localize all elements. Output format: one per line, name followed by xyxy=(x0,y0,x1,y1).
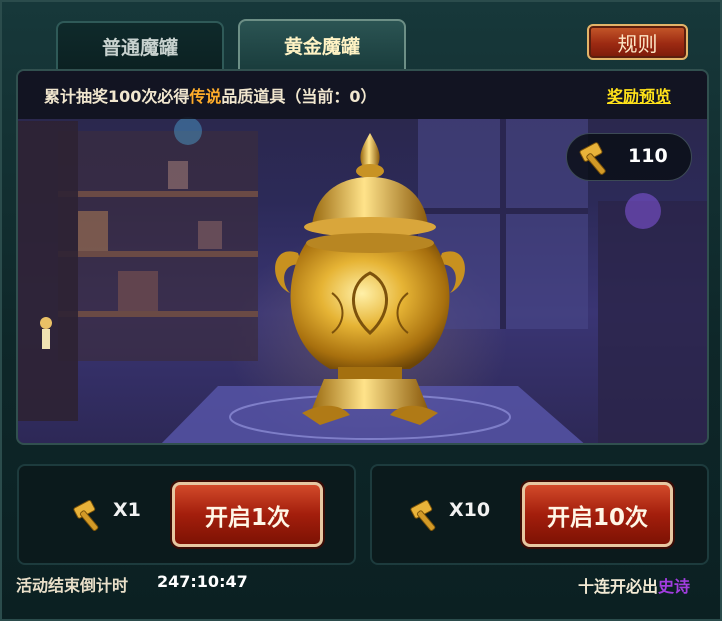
tab-golden-pot[interactable]: 黄金魔罐 xyxy=(238,19,406,69)
draw-once-cost: X1 xyxy=(113,499,141,521)
ten-pull-guarantee-note: 十连开必出史诗 xyxy=(578,573,690,597)
countdown-label: 活动结束倒计时 xyxy=(16,576,129,595)
countdown-timer: 247:10:47 xyxy=(157,572,248,591)
pity-progress-text: 累计抽奖100次必得传说品质道具（当前：0） xyxy=(44,83,377,107)
hammer-count-display: 110 xyxy=(566,133,692,181)
pity-text-before: 累计抽奖100次必得 xyxy=(44,87,190,106)
golden-pot-image xyxy=(275,133,465,425)
ten-pull-note-text: 十连开必出 xyxy=(577,577,658,596)
reward-preview-link[interactable]: 奖励预览 xyxy=(607,83,671,107)
draw-ten-box: X10 开启10次 xyxy=(370,464,709,565)
open-ten-button[interactable]: 开启10次 xyxy=(522,482,673,547)
gold-hammer-icon xyxy=(73,499,99,532)
info-bar: 累计抽奖100次必得传说品质道具（当前：0） 奖励预览 xyxy=(18,71,707,119)
draw-ten-cost: X10 xyxy=(449,499,491,521)
gold-hammer-icon xyxy=(410,499,436,532)
rules-button[interactable]: 规则 xyxy=(587,24,688,60)
tab-normal-pot[interactable]: 普通魔罐 xyxy=(56,21,224,69)
hammer-count: 110 xyxy=(628,145,668,167)
legendary-quality-label: 传说 xyxy=(189,87,222,106)
pity-text-after: 品质道具（当前：0） xyxy=(221,87,377,106)
gold-hammer-icon xyxy=(579,142,606,175)
draw-once-box: X1 开启1次 xyxy=(17,464,356,565)
epic-quality-label: 史诗 xyxy=(657,577,690,596)
open-once-button[interactable]: 开启1次 xyxy=(172,482,323,547)
game-window: 普通魔罐 黄金魔罐 规则 累计抽奖100次必得传说品质道具（当前：0） 奖励预览… xyxy=(0,0,722,621)
golden-pot-panel: 累计抽奖100次必得传说品质道具（当前：0） 奖励预览 110 xyxy=(16,69,709,445)
